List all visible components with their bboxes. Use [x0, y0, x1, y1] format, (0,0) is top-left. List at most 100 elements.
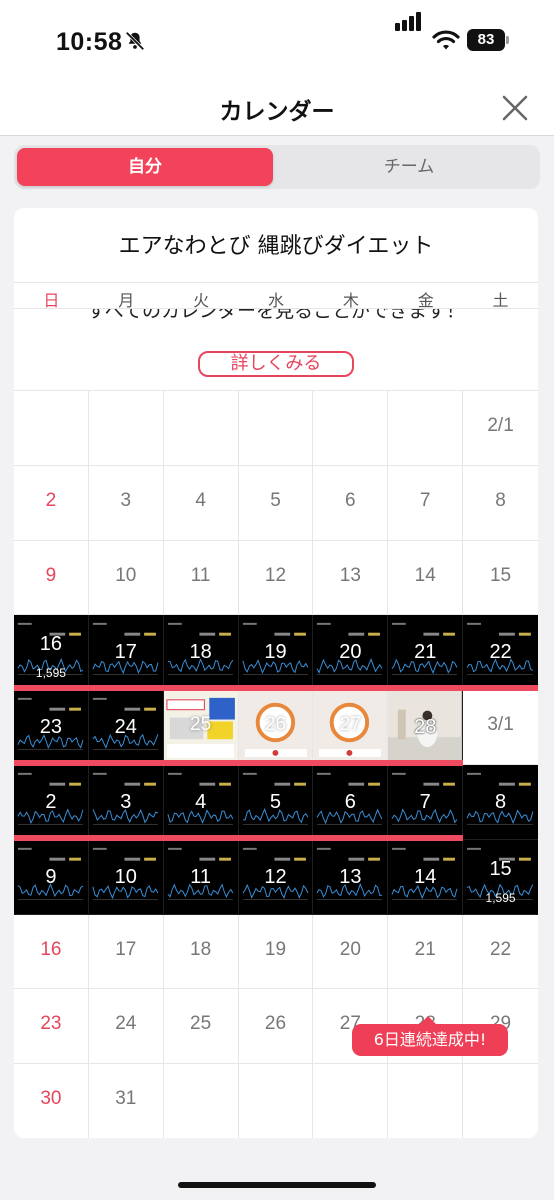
calendar-notice: すべてのカレンダーを見ることができます！: [14, 308, 538, 390]
calendar-day-tue[interactable]: 11: [163, 839, 239, 915]
calendar-day-mon[interactable]: 17: [88, 914, 164, 990]
calendar-day-sat[interactable]: 15 1,595: [463, 839, 538, 915]
tab-self[interactable]: 自分: [17, 148, 273, 186]
calendar-day-wed[interactable]: 5: [238, 465, 314, 541]
calendar-day-sat[interactable]: 8: [463, 466, 538, 541]
calendar-day-sun[interactable]: 23: [14, 989, 89, 1065]
calendar-day-fri[interactable]: 7: [388, 465, 464, 541]
calendar-day-fri[interactable]: 21: [388, 615, 464, 691]
day-number: 12: [264, 865, 287, 888]
calendar-day-mon[interactable]: 17: [88, 615, 164, 691]
day-number: 11: [190, 865, 211, 888]
calendar-day-mon[interactable]: 10: [88, 540, 164, 616]
calendar-day-sat[interactable]: 22: [463, 615, 538, 691]
calendar-day-mon[interactable]: 24: [88, 690, 164, 765]
streak-bar: [14, 685, 538, 692]
calendar-day-wed[interactable]: 26: [238, 989, 314, 1065]
calendar-day-tue[interactable]: 25: [163, 989, 239, 1065]
details-button[interactable]: 詳しくみる: [198, 351, 354, 377]
calendar-day-tue[interactable]: 4: [163, 465, 239, 541]
calendar-day-sun: [14, 391, 89, 466]
calendar-day-sat[interactable]: 8: [463, 765, 538, 840]
calendar-day-wed[interactable]: 19: [238, 914, 314, 990]
calendar-day-wed: [238, 391, 314, 466]
page-title: カレンダー: [219, 99, 335, 125]
day-number: 17: [115, 938, 137, 960]
day-number: 6: [344, 791, 356, 813]
calendar-day-wed[interactable]: 12: [238, 540, 314, 616]
day-number: 25: [190, 714, 212, 736]
day-number: 15: [489, 564, 512, 586]
calendar-day-thu[interactable]: 13: [313, 839, 389, 915]
calendar-day-fri: [388, 1064, 464, 1138]
day-number: 15: [489, 857, 512, 880]
calendar-day-tue[interactable]: 18: [163, 914, 239, 990]
calendar-day-sun[interactable]: 30: [14, 1064, 89, 1138]
day-number: 8: [495, 489, 506, 511]
day-number: 31: [115, 1088, 137, 1110]
calendar-day-fri[interactable]: 7: [388, 765, 464, 840]
calendar-day-thu[interactable]: 13: [313, 540, 389, 616]
calendar-day-sun[interactable]: 2: [14, 465, 89, 541]
calendar-day-mon[interactable]: 24: [88, 989, 164, 1065]
day-number: 3: [120, 489, 132, 511]
calendar-day-mon[interactable]: 31: [88, 1064, 164, 1138]
tab-team[interactable]: チーム: [281, 148, 537, 186]
calendar-day-sat[interactable]: 3/1: [463, 690, 538, 765]
day-number: 30: [40, 1088, 62, 1110]
day-number: 2: [45, 489, 57, 511]
calendar-day-mon[interactable]: 3: [88, 465, 164, 541]
calendar-day-fri[interactable]: 14: [388, 839, 464, 915]
calendar-day-wed[interactable]: 5: [238, 765, 314, 840]
calendar-day-thu: [313, 1064, 389, 1138]
day-number: 24: [114, 716, 137, 739]
day-number: 27: [339, 714, 361, 736]
calendar-day-thu[interactable]: 20: [313, 615, 389, 691]
calendar-day-wed[interactable]: 19: [238, 615, 314, 691]
day-subtitle: 1,595: [35, 666, 66, 681]
close-icon[interactable]: [499, 92, 531, 124]
day-number: 5: [270, 489, 281, 511]
calendar-day-wed[interactable]: 12: [238, 839, 314, 915]
calendar-day-sun[interactable]: 2: [14, 765, 89, 840]
day-number: 12: [264, 564, 287, 586]
home-indicator: [178, 1182, 376, 1188]
day-number: 25: [190, 1013, 212, 1035]
calendar-day-thu[interactable]: 6: [313, 465, 389, 541]
calendar-day-sat[interactable]: 2/1: [463, 391, 538, 466]
day-number: 22: [489, 641, 512, 664]
streak-bar: [14, 834, 464, 841]
calendar-day-sun[interactable]: 16: [14, 914, 89, 990]
calendar-day-tue: [163, 1064, 239, 1138]
calendar-day-tue[interactable]: 4: [163, 765, 239, 840]
calendar-day-fri[interactable]: 28: [388, 690, 464, 765]
day-number: 7: [419, 489, 431, 511]
day-number: 26: [264, 1013, 287, 1035]
calendar-day-tue: [163, 391, 239, 466]
calendar-day-fri[interactable]: 14: [388, 540, 464, 616]
calendar-day-sun[interactable]: 23: [14, 690, 89, 765]
calendar-title: エアなわとび 縄跳びダイエット: [118, 234, 434, 259]
calendar-day-sat: [463, 1064, 538, 1138]
calendar-day-sun[interactable]: 9: [14, 839, 89, 915]
calendar-day-sun[interactable]: 9: [14, 540, 89, 616]
calendar-day-mon[interactable]: 3: [88, 765, 164, 840]
calendar-day-thu[interactable]: 6: [313, 765, 389, 840]
day-number: 19: [264, 641, 287, 664]
calendar-day-tue[interactable]: 25: [163, 690, 239, 765]
calendar-day-tue[interactable]: 11: [163, 540, 239, 616]
calendar-day-mon[interactable]: 10: [88, 839, 164, 915]
calendar-day-wed[interactable]: 26: [238, 690, 314, 765]
segmented-control: 自分 チーム: [14, 145, 540, 189]
calendar-day-fri[interactable]: 21: [388, 914, 464, 990]
day-number: 28: [414, 716, 437, 739]
calendar-day-tue[interactable]: 18: [163, 615, 239, 691]
calendar-day-sun[interactable]: 16 1,595: [14, 615, 89, 691]
status-bar: 10:58 83: [0, 0, 554, 80]
calendar-day-thu[interactable]: 27: [313, 690, 389, 765]
calendar-day-thu[interactable]: 20: [313, 914, 389, 990]
day-number: 19: [264, 938, 287, 960]
calendar-day-sat[interactable]: 15: [463, 541, 538, 616]
day-number: 9: [45, 564, 57, 586]
calendar-day-sat[interactable]: 22: [463, 915, 538, 990]
